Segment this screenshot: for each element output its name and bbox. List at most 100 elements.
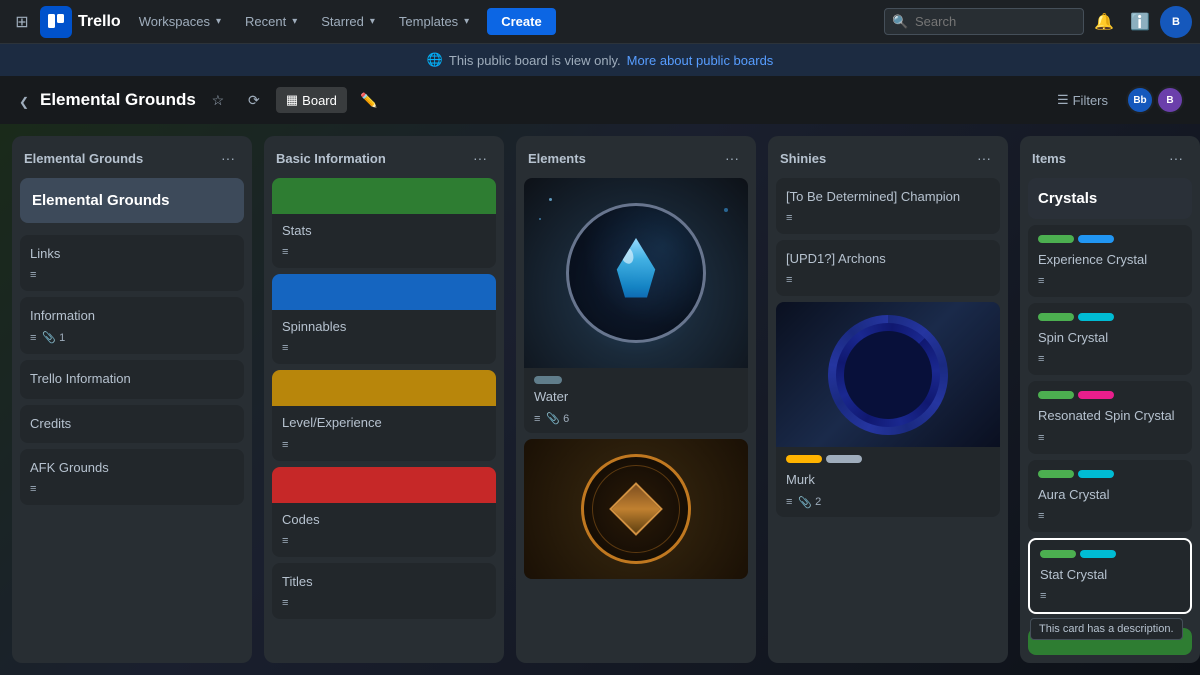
card-trello-info[interactable]: Trello Information <box>20 360 244 398</box>
card-footer-information: ≡ 📎 1 <box>30 331 234 344</box>
top-navigation: ⊞ Trello Workspaces ▾ Recent ▾ Starred ▾… <box>0 0 1200 44</box>
card-experience-crystal[interactable]: Experience Crystal ≡ <box>1028 225 1192 297</box>
filters-btn[interactable]: ☰ Filters <box>1047 87 1118 113</box>
card-desc-exp-crystal: ≡ <box>1038 275 1044 287</box>
recent-btn[interactable]: Recent ▾ <box>235 8 307 35</box>
desc-icon: ≡ <box>30 269 36 281</box>
card-stat-crystal[interactable]: Stat Crystal ≡ This card has a descripti… <box>1028 538 1192 614</box>
card-title-codes: Codes <box>282 512 320 527</box>
water-element-image <box>524 178 748 368</box>
list-title-elements: Elements <box>528 151 586 166</box>
card-footer-resonated-crystal: ≡ <box>1038 432 1182 444</box>
public-boards-link[interactable]: More about public boards <box>627 53 774 68</box>
card-aura-crystal[interactable]: Aura Crystal ≡ <box>1028 460 1192 532</box>
earth-element-image <box>524 439 748 579</box>
card-footer-stat-crystal: ≡ <box>1040 590 1180 602</box>
card-title-murk: Murk <box>786 472 815 487</box>
card-afk-grounds[interactable]: AFK Grounds ≡ <box>20 449 244 505</box>
card-water[interactable]: Water ≡ 📎 6 <box>524 178 748 433</box>
card-spin-crystal[interactable]: Spin Crystal ≡ <box>1028 303 1192 375</box>
star-icon[interactable]: ☆ <box>204 86 232 114</box>
card-footer-spin-crystal: ≡ <box>1038 353 1182 365</box>
list-title-items: Items <box>1032 151 1066 166</box>
card-spinnables[interactable]: Spinnables ≡ <box>272 274 496 364</box>
card-links[interactable]: Links ≡ <box>20 235 244 291</box>
create-btn[interactable]: Create <box>487 8 555 35</box>
aura-crystal-label-teal <box>1078 470 1114 478</box>
recent-chevron: ▾ <box>292 16 297 27</box>
card-footer-stats: ≡ <box>282 246 486 258</box>
list-title-basic-info: Basic Information <box>276 151 386 166</box>
list-title-elemental-grounds: Elemental Grounds <box>24 151 143 166</box>
list-cards-basic-info: Stats ≡ Spinnables ≡ Level/Experience ≡ <box>264 178 504 663</box>
murk-spiral-inner <box>836 323 940 427</box>
card-title-titles: Titles <box>282 574 313 589</box>
card-title-eg-main: Elemental Grounds <box>32 192 170 209</box>
murk-card-body: Murk ≡ 📎 2 <box>776 447 1000 516</box>
banner-message: This public board is view only. <box>449 53 621 68</box>
notifications-btn[interactable]: 🔔 <box>1088 6 1120 38</box>
user-avatar[interactable]: B <box>1160 6 1192 38</box>
card-murk[interactable]: Murk ≡ 📎 2 <box>776 302 1000 516</box>
templates-btn[interactable]: Templates ▾ <box>389 8 479 35</box>
list-menu-btn-elemental-grounds[interactable]: ··· <box>216 146 240 170</box>
list-menu-btn-elements[interactable]: ··· <box>720 146 744 170</box>
card-elemental-grounds-main[interactable]: Elemental Grounds <box>20 178 244 223</box>
card-footer-archons: ≡ <box>786 274 990 286</box>
list-menu-btn-items[interactable]: ··· <box>1164 146 1188 170</box>
card-upd-archons[interactable]: [UPD1?] Archons ≡ <box>776 240 1000 296</box>
card-footer-codes: ≡ <box>282 535 486 547</box>
list-menu-btn-shinies[interactable]: ··· <box>972 146 996 170</box>
card-tbd-champion[interactable]: [To Be Determined] Champion ≡ <box>776 178 1000 234</box>
customize-icon[interactable]: ✏️ <box>355 86 383 114</box>
card-title-exp-crystal: Experience Crystal <box>1038 252 1147 267</box>
card-resonated-spin-crystal[interactable]: Resonated Spin Crystal ≡ <box>1028 381 1192 453</box>
aura-crystal-label-green <box>1038 470 1074 478</box>
list-header-shinies: Shinies ··· <box>768 136 1008 178</box>
info-btn[interactable]: ℹ️ <box>1124 6 1156 38</box>
spin-crystal-labels <box>1038 313 1182 325</box>
board-content: Elemental Grounds ··· Elemental Grounds … <box>0 124 1200 675</box>
card-footer-afk-grounds: ≡ <box>30 483 234 495</box>
card-color-stats <box>272 178 496 214</box>
board-view-btn[interactable]: ▦ Board <box>276 87 347 113</box>
card-credits[interactable]: Credits <box>20 405 244 443</box>
search-input[interactable] <box>884 8 1084 35</box>
member-avatar-2[interactable]: B <box>1156 86 1184 114</box>
murk-label-yellow <box>786 455 822 463</box>
card-desc-tbd: ≡ <box>786 212 792 224</box>
member-avatar-1[interactable]: Bb <box>1126 86 1154 114</box>
water-card-body: Water ≡ 📎 6 <box>524 368 748 433</box>
card-attachment-information: 📎 1 <box>42 331 65 344</box>
app-logo[interactable]: Trello <box>40 6 121 38</box>
starred-btn[interactable]: Starred ▾ <box>311 8 385 35</box>
card-titles[interactable]: Titles ≡ <box>272 563 496 619</box>
card-earth[interactable] <box>524 439 748 579</box>
workspaces-btn[interactable]: Workspaces ▾ <box>129 8 231 35</box>
card-title-level-experience: Level/Experience <box>282 415 382 430</box>
exp-crystal-labels <box>1038 235 1182 247</box>
resonated-crystal-labels <box>1038 391 1182 403</box>
card-crystals-header[interactable]: Crystals <box>1028 178 1192 219</box>
exp-crystal-label-blue <box>1078 235 1114 243</box>
card-title-trello-info: Trello Information <box>30 371 131 386</box>
list-menu-btn-basic-info[interactable]: ··· <box>468 146 492 170</box>
stat-crystal-label-green <box>1040 550 1076 558</box>
card-footer-exp-crystal: ≡ <box>1038 275 1182 287</box>
resonated-crystal-label-green <box>1038 391 1074 399</box>
stat-crystal-labels <box>1040 550 1180 562</box>
grid-icon[interactable]: ⊞ <box>8 8 36 36</box>
card-codes[interactable]: Codes ≡ <box>272 467 496 557</box>
card-footer-water: ≡ 📎 6 <box>534 412 738 425</box>
workspaces-chevron: ▾ <box>216 16 221 27</box>
sync-icon[interactable]: ⟳ <box>240 86 268 114</box>
list-cards-shinies: [To Be Determined] Champion ≡ [UPD1?] Ar… <box>768 178 1008 663</box>
sidebar-toggle[interactable]: ❮ <box>16 91 32 113</box>
card-information[interactable]: Information ≡ 📎 1 <box>20 297 244 354</box>
board-members: Bb B <box>1126 86 1184 114</box>
card-footer-spinnables: ≡ <box>282 342 486 354</box>
card-stats[interactable]: Stats ≡ <box>272 178 496 268</box>
board-header: ❮ Elemental Grounds ☆ ⟳ ▦ Board ✏️ ☰ Fil… <box>0 76 1200 124</box>
card-level-experience[interactable]: Level/Experience ≡ <box>272 370 496 460</box>
search-icon: 🔍 <box>892 14 908 30</box>
